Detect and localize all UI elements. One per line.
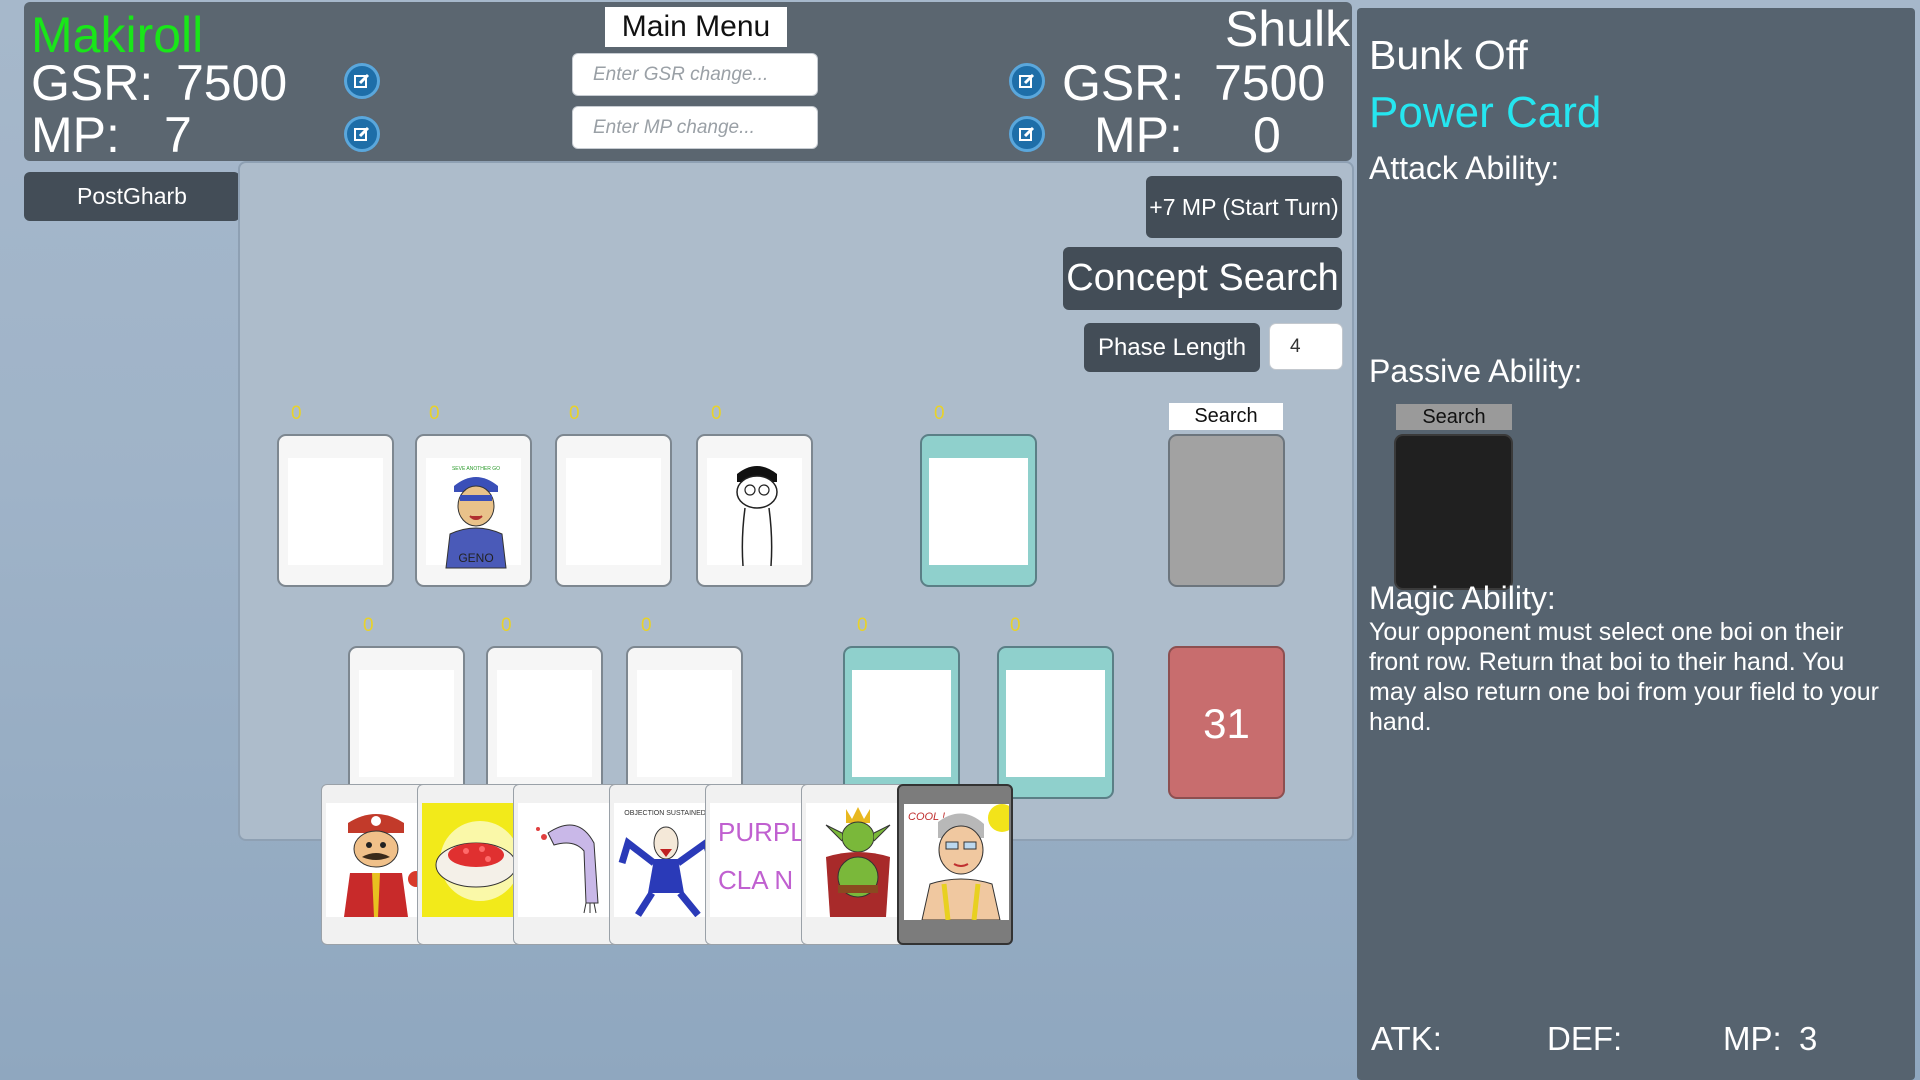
search-slot[interactable] (1168, 434, 1285, 587)
geno-card-art: SEVE ANOTHER GO GENO (445, 466, 507, 569)
edit-icon (1019, 73, 1035, 88)
def-label: DEF: (1547, 1020, 1623, 1057)
svg-text:SEVE ANOTHER GO: SEVE ANOTHER GO (452, 466, 500, 472)
postgharb-button[interactable]: PostGharb (24, 172, 240, 221)
edit-icon (354, 126, 370, 141)
slot-counter: 0 (1010, 615, 1021, 636)
edit-right-gsr-button[interactable] (1009, 63, 1045, 99)
mp-change-input[interactable] (572, 106, 818, 149)
cool-old-man-card-art: COOL ! (908, 804, 1009, 920)
field-card-stick-figure[interactable] (696, 434, 813, 587)
slot-counter: 0 (857, 615, 868, 636)
slot-counter: 0 (711, 403, 722, 424)
field-card-geno[interactable]: SEVE ANOTHER GO GENO (415, 434, 532, 587)
field-slot-teal[interactable] (920, 434, 1037, 587)
player-right-mp-label: MP: (1094, 107, 1183, 163)
edit-icon (1019, 126, 1035, 141)
phase-length-button[interactable]: Phase Length (1084, 323, 1260, 372)
panel-search-button[interactable]: Search (1396, 404, 1512, 430)
magic-ability-label: Magic Ability: (1369, 580, 1556, 616)
edit-icon (354, 73, 370, 88)
concept-search-button[interactable]: Concept Search (1063, 247, 1342, 310)
main-menu-button[interactable]: Main Menu (605, 7, 787, 47)
svg-text:OBJECTION SUSTAINED!: OBJECTION SUSTAINED! (624, 810, 708, 817)
mp-value: 3 (1799, 1020, 1818, 1057)
svg-text:CLA N: CLA N (718, 865, 793, 895)
player-right-gsr-value: 7500 (1214, 55, 1326, 111)
hand-card-cool-old-man-selected[interactable]: COOL ! (897, 784, 1013, 945)
player-left-name: Makiroll (31, 7, 204, 63)
player-left-mp-value: 7 (164, 107, 192, 163)
player-right-mp-value: 0 (1253, 107, 1281, 163)
slot-counter: 0 (429, 403, 440, 424)
field-slot-empty[interactable] (626, 646, 743, 799)
field-slot-empty[interactable] (486, 646, 603, 799)
player-right-gsr-label: GSR: (1062, 55, 1185, 111)
player-left-gsr-value: 7500 (176, 55, 288, 111)
player-left-mp-label: MP: (31, 107, 120, 163)
gsr-change-input[interactable] (572, 53, 818, 96)
slot-counter: 0 (934, 403, 945, 424)
field-slot-empty[interactable] (555, 434, 672, 587)
magic-ability-text: Your opponent must select one boi on the… (1369, 618, 1879, 736)
field-slot-teal[interactable] (997, 646, 1114, 799)
player-right-name: Shulk (1225, 1, 1351, 57)
edit-left-gsr-button[interactable] (344, 63, 380, 99)
field-slot-empty[interactable] (348, 646, 465, 799)
start-turn-button[interactable]: +7 MP (Start Turn) (1146, 176, 1342, 238)
player-left-gsr-label: GSR: (31, 55, 154, 111)
edit-left-mp-button[interactable] (344, 116, 380, 152)
field-slot-teal[interactable] (843, 646, 960, 799)
svg-text:GENO: GENO (458, 551, 493, 565)
slot-counter: 0 (569, 403, 580, 424)
deck-pile[interactable]: 31 (1168, 646, 1285, 799)
atk-label: ATK: (1371, 1020, 1442, 1057)
slot-counter: 0 (641, 615, 652, 636)
slot-counter: 0 (291, 403, 302, 424)
passive-ability-label: Passive Ability: (1369, 353, 1583, 389)
slot-counter: 0 (501, 615, 512, 636)
svg-text:PURPL: PURPL (718, 817, 805, 847)
edit-right-mp-button[interactable] (1009, 116, 1045, 152)
card-name: Bunk Off (1369, 32, 1528, 78)
field-slot-empty[interactable] (277, 434, 394, 587)
search-tag[interactable]: Search (1169, 403, 1283, 430)
card-type: Power Card (1369, 88, 1602, 137)
passive-card-slot[interactable] (1394, 434, 1513, 590)
stick-figure-card-art (736, 466, 778, 567)
attack-ability-label: Attack Ability: (1369, 150, 1560, 186)
mp-label: MP: (1723, 1020, 1782, 1057)
deck-count: 31 (1203, 700, 1250, 747)
slot-counter: 0 (363, 615, 374, 636)
phase-length-input[interactable]: 4 (1269, 323, 1343, 370)
